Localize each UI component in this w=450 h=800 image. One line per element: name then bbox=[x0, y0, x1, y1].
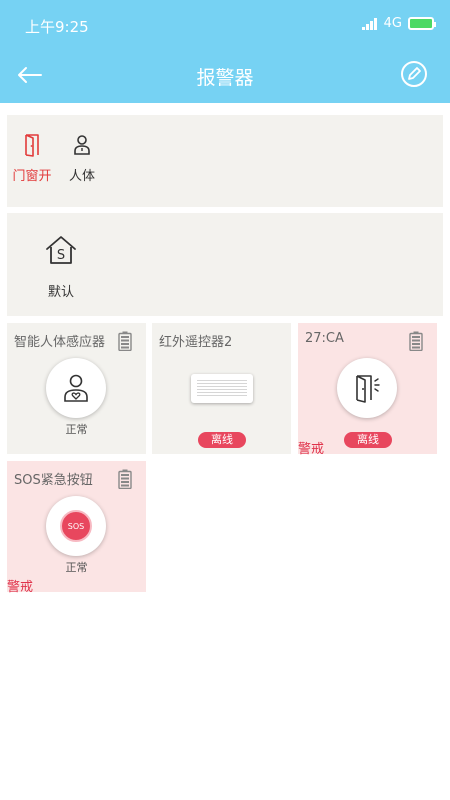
svg-text:S: S bbox=[57, 248, 65, 263]
device-tile-body-sensor[interactable]: 智能人体感应器 正常 bbox=[7, 323, 146, 454]
device-state: 正常 bbox=[65, 423, 88, 436]
scene-default[interactable]: S 默认 bbox=[41, 233, 81, 300]
edit-icon bbox=[401, 61, 427, 87]
page-title: 报警器 bbox=[196, 67, 254, 89]
device-icon-circle bbox=[337, 358, 397, 418]
battery-level-icon bbox=[409, 331, 423, 351]
network-type: 4G bbox=[383, 16, 402, 31]
device-tile-door-sensor[interactable]: 27:CA 离线 警戒 bbox=[298, 323, 437, 457]
scene-panel-2: S 默认 bbox=[7, 213, 443, 316]
scene-panel-1: 门窗开 人体 bbox=[7, 115, 443, 207]
home-s-icon: S bbox=[46, 236, 76, 264]
battery-icon bbox=[408, 17, 436, 30]
door-open-icon bbox=[25, 134, 39, 157]
device-icon-circle: SOS bbox=[46, 496, 106, 556]
scene-label: 门窗开 bbox=[12, 169, 52, 184]
scene-person[interactable]: 人体 bbox=[65, 133, 99, 184]
alert-label: 警戒 bbox=[7, 580, 34, 595]
device-icon-circle bbox=[46, 358, 106, 418]
scene-label: 人体 bbox=[68, 169, 95, 184]
status-icons: 4G bbox=[361, 16, 436, 31]
edit-button[interactable] bbox=[400, 60, 428, 88]
device-state: 正常 bbox=[65, 561, 88, 574]
person-icon bbox=[74, 135, 90, 155]
device-name: 27:CA bbox=[305, 331, 344, 346]
offline-badge: 离线 bbox=[198, 432, 246, 448]
signal-icon bbox=[361, 17, 378, 30]
air-conditioner-icon bbox=[191, 374, 253, 403]
sos-icon: SOS bbox=[60, 510, 92, 542]
device-name: SOS紧急按钮 bbox=[14, 473, 93, 488]
offline-badge: 离线 bbox=[344, 432, 392, 448]
device-name: 智能人体感应器 bbox=[14, 335, 106, 350]
battery-level-icon bbox=[118, 331, 132, 351]
alert-label: 警戒 bbox=[298, 442, 325, 457]
sos-icon-text: SOS bbox=[67, 521, 85, 531]
person-heart-icon bbox=[64, 374, 88, 402]
door-sensor-icon bbox=[356, 375, 380, 403]
device-name: 红外遥控器2 bbox=[159, 335, 233, 350]
battery-level-icon bbox=[118, 469, 132, 489]
scene-door-open[interactable]: 门窗开 bbox=[9, 133, 55, 184]
app-header: 上午9:25 4G 报警器 bbox=[0, 0, 450, 103]
scene-label: 默认 bbox=[47, 285, 74, 300]
device-tile-ir-remote[interactable]: 红外遥控器2 离线 bbox=[152, 323, 291, 454]
status-bar: 上午9:25 4G bbox=[0, 0, 450, 50]
status-time: 上午9:25 bbox=[25, 18, 89, 36]
device-tile-sos-button[interactable]: SOS紧急按钮 SOS 正常 警戒 bbox=[7, 461, 146, 595]
